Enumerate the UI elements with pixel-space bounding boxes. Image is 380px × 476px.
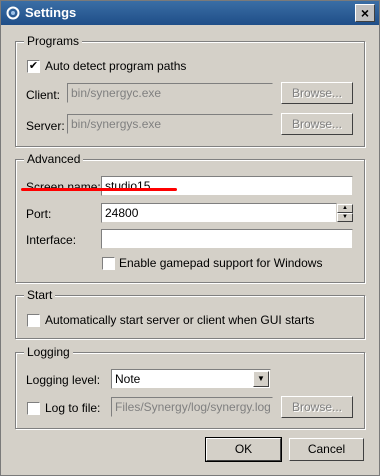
log-to-file-label: Log to file: <box>45 401 101 415</box>
log-file-path-field[interactable]: Files/Synergy/log/synergy.log <box>111 397 273 417</box>
server-label: Server: <box>26 119 65 133</box>
interface-input[interactable] <box>101 229 353 249</box>
client-browse-button[interactable]: Browse... <box>281 82 353 104</box>
auto-detect-label: Auto detect program paths <box>45 59 187 73</box>
start-legend: Start <box>24 288 56 302</box>
client-label: Client: <box>26 88 61 102</box>
programs-legend: Programs <box>24 34 83 48</box>
logging-legend: Logging <box>24 345 73 359</box>
settings-window: Settings × Programs ✔ Auto detect progra… <box>0 0 380 476</box>
gamepad-checkbox[interactable] <box>102 257 115 270</box>
synergy-ring-icon <box>6 6 20 20</box>
interface-label: Interface: <box>26 233 77 247</box>
window-title: Settings <box>25 5 77 20</box>
ok-button[interactable]: OK <box>205 437 282 462</box>
port-spinner[interactable]: ▲ ▼ <box>337 204 353 222</box>
close-icon[interactable]: × <box>355 4 375 22</box>
port-label: Port: <box>26 207 52 221</box>
screen-name-label: Screen name: <box>26 180 101 194</box>
cancel-button[interactable]: Cancel <box>289 438 364 461</box>
spin-up-icon[interactable]: ▲ <box>337 204 353 213</box>
logging-level-value: Note <box>115 372 141 386</box>
spin-down-icon[interactable]: ▼ <box>337 213 353 222</box>
title-bar[interactable]: Settings × <box>1 1 379 25</box>
auto-start-checkbox[interactable] <box>27 314 40 327</box>
chevron-down-icon[interactable]: ▼ <box>253 371 269 387</box>
screen-name-input[interactable]: studio15 <box>101 176 353 196</box>
logging-level-label: Logging level: <box>26 373 101 387</box>
server-path-field[interactable]: bin/synergys.exe <box>67 114 273 134</box>
gamepad-label: Enable gamepad support for Windows <box>119 256 323 270</box>
log-browse-button[interactable]: Browse... <box>281 396 353 418</box>
server-browse-button[interactable]: Browse... <box>281 113 353 135</box>
advanced-legend: Advanced <box>24 152 84 166</box>
client-path-field[interactable]: bin/synergyc.exe <box>67 83 273 103</box>
auto-detect-checkbox[interactable]: ✔ <box>27 60 40 73</box>
red-underline-annotation <box>21 188 177 191</box>
log-to-file-checkbox[interactable] <box>27 402 40 415</box>
logging-level-select[interactable]: Note ▼ <box>111 369 271 389</box>
port-input[interactable]: 24800 <box>101 203 337 223</box>
auto-start-label: Automatically start server or client whe… <box>45 313 315 327</box>
